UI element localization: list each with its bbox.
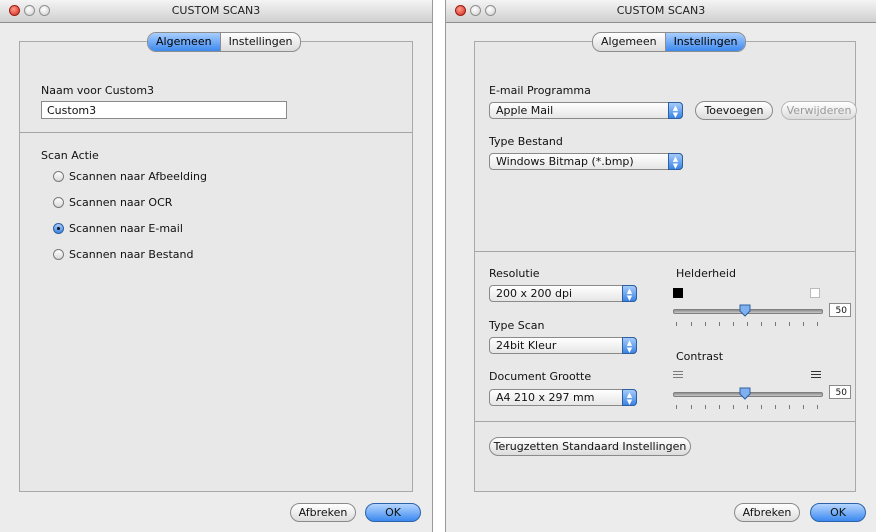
scan-type-select[interactable]: 24bit Kleur ▲ ▼ xyxy=(489,337,637,354)
select-arrows-icon: ▲ ▼ xyxy=(622,337,637,354)
select-value: A4 210 x 297 mm xyxy=(496,391,595,404)
radio-label: Scannen naar Afbeelding xyxy=(69,170,207,183)
select-arrows-icon: ▲ ▼ xyxy=(622,285,637,302)
divider xyxy=(20,132,412,133)
radio-button-icon xyxy=(53,171,64,182)
tab-bar: Algemeen Instellingen xyxy=(592,32,747,52)
brightness-label: Helderheid xyxy=(676,267,736,280)
cancel-button[interactable]: Afbreken xyxy=(290,503,356,522)
file-type-label: Type Bestand xyxy=(489,135,563,148)
select-value: 200 x 200 dpi xyxy=(496,287,573,300)
reset-defaults-button[interactable]: Terugzetten Standaard Instellingen xyxy=(489,437,691,456)
cancel-button[interactable]: Afbreken xyxy=(734,503,800,522)
divider xyxy=(475,421,855,422)
window-title: CUSTOM SCAN3 xyxy=(171,4,261,17)
divider xyxy=(475,251,855,252)
tab-panel: E-mail Programma Apple Mail ▲ ▼ Toevoegen… xyxy=(474,41,857,492)
high-contrast-icon xyxy=(811,371,821,380)
tab-panel: Naam voor Custom3 Custom3 Scan Actie Sca… xyxy=(19,41,413,492)
remove-button[interactable]: Verwijderen xyxy=(781,101,857,120)
radio-scan-to-ocr[interactable]: Scannen naar OCR xyxy=(53,196,172,209)
window-title: CUSTOM SCAN3 xyxy=(616,4,706,17)
tab-algemeen[interactable]: Algemeen xyxy=(148,33,220,51)
custom-scan-window-general: CUSTOM SCAN3 Algemeen Instellingen Naam … xyxy=(0,0,432,532)
select-arrows-icon: ▲ ▼ xyxy=(668,153,683,170)
radio-scan-to-image[interactable]: Scannen naar Afbeelding xyxy=(53,170,207,183)
contrast-value-field[interactable]: 50 xyxy=(829,385,851,399)
brightness-value-field[interactable]: 50 xyxy=(829,303,851,317)
tab-bar: Algemeen Instellingen xyxy=(147,32,302,52)
select-value: Windows Bitmap (*.bmp) xyxy=(496,155,634,168)
scan-action-label: Scan Actie xyxy=(41,149,99,162)
light-square-icon xyxy=(810,288,820,298)
add-button[interactable]: Toevoegen xyxy=(695,101,773,120)
radio-button-icon xyxy=(53,197,64,208)
resolution-label: Resolutie xyxy=(489,267,540,280)
dark-square-icon xyxy=(673,288,683,298)
custom-scan-window-settings: CUSTOM SCAN3 Algemeen Instellingen E-mai… xyxy=(446,0,876,532)
radio-scan-to-file[interactable]: Scannen naar Bestand xyxy=(53,248,193,261)
select-arrows-icon: ▲ ▼ xyxy=(668,102,683,119)
email-program-label: E-mail Programma xyxy=(489,84,591,97)
radio-scan-to-email[interactable]: Scannen naar E-mail xyxy=(53,222,183,235)
tab-instellingen[interactable]: Instellingen xyxy=(219,33,301,51)
brightness-ticks xyxy=(673,322,821,327)
brightness-slider-knob[interactable] xyxy=(739,304,751,317)
document-size-label: Document Grootte xyxy=(489,370,592,383)
low-contrast-icon xyxy=(673,371,683,380)
radio-button-icon xyxy=(53,249,64,260)
file-type-select[interactable]: Windows Bitmap (*.bmp) ▲ ▼ xyxy=(489,153,683,170)
tab-instellingen[interactable]: Instellingen xyxy=(664,33,746,51)
title-bar[interactable]: CUSTOM SCAN3 xyxy=(446,0,876,23)
radio-label: Scannen naar OCR xyxy=(69,196,173,209)
tab-algemeen[interactable]: Algemeen xyxy=(593,33,665,51)
select-arrows-icon: ▲ ▼ xyxy=(622,389,637,406)
scan-type-label: Type Scan xyxy=(489,319,545,332)
email-program-select[interactable]: Apple Mail ▲ ▼ xyxy=(489,102,683,119)
resolution-select[interactable]: 200 x 200 dpi ▲ ▼ xyxy=(489,285,637,302)
name-input[interactable]: Custom3 xyxy=(41,101,287,119)
select-value: Apple Mail xyxy=(496,104,554,117)
radio-button-selected-icon xyxy=(53,223,64,234)
radio-label: Scannen naar Bestand xyxy=(69,248,194,261)
radio-label: Scannen naar E-mail xyxy=(69,222,183,235)
select-value: 24bit Kleur xyxy=(496,339,557,352)
document-size-select[interactable]: A4 210 x 297 mm ▲ ▼ xyxy=(489,389,637,406)
title-bar[interactable]: CUSTOM SCAN3 xyxy=(0,0,432,23)
ok-button[interactable]: OK xyxy=(365,503,421,522)
ok-button[interactable]: OK xyxy=(810,503,866,522)
contrast-slider-knob[interactable] xyxy=(739,387,751,400)
contrast-ticks xyxy=(673,405,821,410)
contrast-label: Contrast xyxy=(676,350,724,363)
name-label: Naam voor Custom3 xyxy=(41,84,155,97)
